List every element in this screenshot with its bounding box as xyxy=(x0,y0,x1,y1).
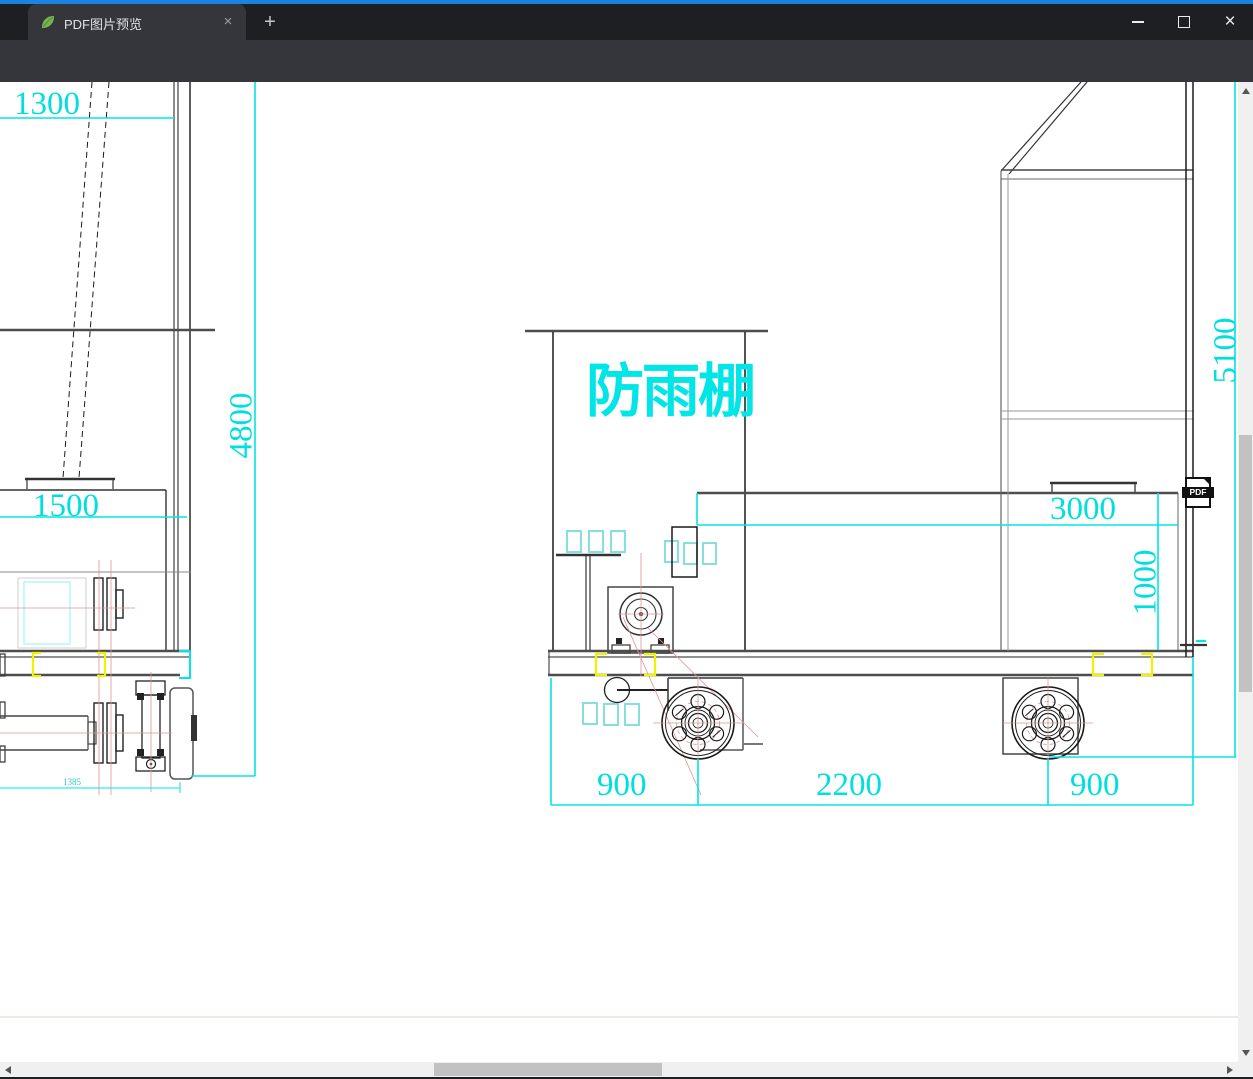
spring-leaf-favicon xyxy=(41,15,55,29)
dim-label-3000: 3000 xyxy=(1050,491,1116,527)
dim-label-1385: 1385 xyxy=(63,777,81,787)
tab-title: PDF图片预览 xyxy=(64,17,143,32)
maximize-button[interactable] xyxy=(1161,4,1207,40)
pdf-download-icon[interactable]: PDF xyxy=(1182,477,1214,508)
dim-label-2200: 2200 xyxy=(816,767,882,803)
scrollbar-corner xyxy=(1238,1062,1253,1077)
horizontal-scrollbar[interactable] xyxy=(0,1062,1238,1077)
dim-label-1500: 1500 xyxy=(33,488,99,524)
window-controls: × xyxy=(1115,4,1253,40)
scroll-left-icon[interactable] xyxy=(5,1066,11,1074)
dim-label-1000: 1000 xyxy=(1127,549,1164,616)
preview-page: 1300 4800 1500 1385 5100 3000 1000 900 2… xyxy=(0,82,1238,1079)
browser-toolbar: ← → ⟳ ⌂ ⓘ localhost:8012/onlinePreview?u… xyxy=(0,40,1253,118)
cad-drawing xyxy=(0,82,1236,806)
rain-shed-label: 防雨棚 xyxy=(586,359,756,424)
rear-frame xyxy=(1000,82,1207,657)
vertical-scrollbar[interactable] xyxy=(1238,82,1253,1062)
scroll-down-icon[interactable] xyxy=(1242,1050,1250,1056)
tab-close-icon[interactable]: × xyxy=(218,12,238,32)
pdf-badge-text: PDF xyxy=(1182,487,1214,498)
dim-label-900-rear: 900 xyxy=(1070,767,1120,803)
wheel-bracket-rear xyxy=(1002,677,1079,755)
dimension-lines xyxy=(0,82,1236,806)
dim-label-5100: 5100 xyxy=(1207,317,1239,384)
wheel-bracket-front xyxy=(667,677,763,751)
browser-tab[interactable]: PDF图片预览 × xyxy=(28,4,246,40)
new-tab-button[interactable]: + xyxy=(258,10,282,34)
dim-label-1300: 1300 xyxy=(14,86,80,122)
minimize-button[interactable] xyxy=(1115,4,1161,40)
page-separator-line xyxy=(0,1016,1238,1018)
scroll-up-icon[interactable] xyxy=(1242,88,1250,94)
dim-label-900-front: 900 xyxy=(597,767,647,803)
scroll-right-icon[interactable] xyxy=(1227,1066,1233,1074)
vertical-scroll-thumb[interactable] xyxy=(1239,435,1252,692)
titlebar: PDF图片预览 × + × xyxy=(0,4,1253,40)
dim-label-4800: 4800 xyxy=(223,392,260,459)
front-elevation-view xyxy=(525,82,1207,796)
window-close-button[interactable]: × xyxy=(1207,4,1253,40)
left-side-view xyxy=(0,82,215,795)
page-fold-corner xyxy=(1202,477,1211,486)
browser-window: PDF图片预览 × + × ← → ⟳ ⌂ ⓘ localhost:8012/o… xyxy=(0,0,1253,1079)
horizontal-scroll-thumb[interactable] xyxy=(434,1063,662,1076)
